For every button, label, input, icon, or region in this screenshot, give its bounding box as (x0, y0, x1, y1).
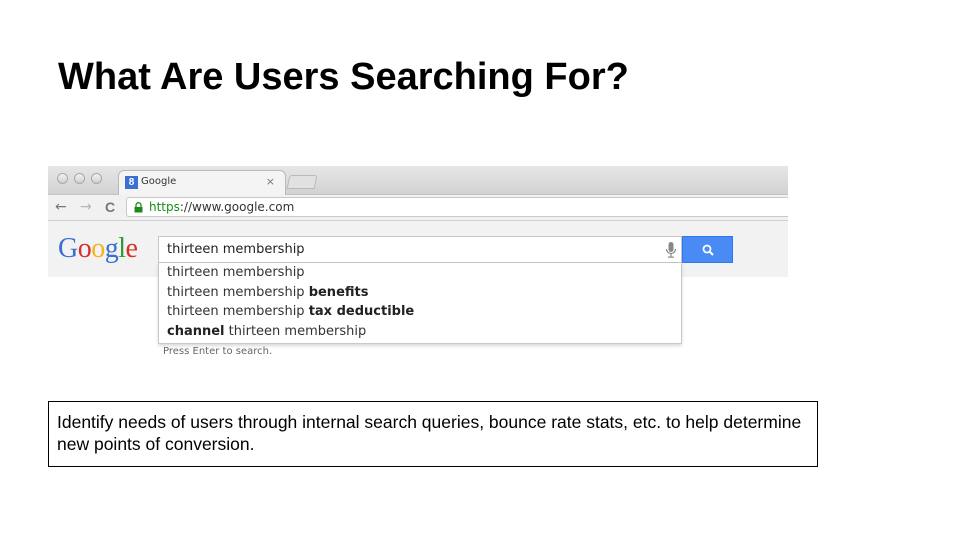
logo-letter: l (118, 233, 126, 264)
back-arrow-icon[interactable]: ← (55, 198, 67, 216)
google-logo: Google (58, 233, 138, 265)
new-tab-button[interactable] (286, 175, 318, 189)
slide-title: What Are Users Searching For? (58, 56, 629, 98)
url-text: https://www.google.com (149, 200, 294, 214)
suggestion-item[interactable]: thirteen membership benefits (159, 283, 681, 303)
suggestion-item[interactable]: thirteen membership tax deductible (159, 302, 681, 322)
search-icon (702, 244, 714, 256)
tab-title: Google (141, 176, 177, 187)
tab-bar: 8 Google × (48, 166, 788, 195)
window-zoom-button[interactable] (91, 173, 102, 184)
forward-arrow-icon[interactable]: → (80, 198, 92, 216)
google-favicon-icon: 8 (125, 176, 138, 189)
url-rest: ://www.google.com (179, 200, 295, 214)
logo-letter: G (58, 233, 78, 264)
logo-letter: o (77, 233, 92, 264)
url-scheme: https (149, 200, 180, 214)
address-bar[interactable]: https://www.google.com (126, 197, 788, 217)
lock-icon (134, 202, 143, 213)
window-close-button[interactable] (57, 173, 68, 184)
search-hint: Press Enter to search. (163, 346, 273, 357)
logo-letter: g (104, 233, 119, 264)
search-button[interactable] (682, 236, 733, 263)
logo-letter: o (91, 233, 105, 264)
suggestion-item[interactable]: thirteen membership (159, 263, 681, 283)
search-query-text: thirteen membership (167, 242, 305, 257)
tab-close-icon[interactable]: × (266, 175, 275, 188)
reload-icon[interactable]: C (105, 198, 115, 216)
autocomplete-dropdown: thirteen membership thirteen membership … (158, 263, 682, 344)
window-minimize-button[interactable] (74, 173, 85, 184)
suggestion-item[interactable]: channel thirteen membership (159, 322, 681, 342)
mic-icon[interactable] (665, 241, 677, 259)
search-input[interactable]: thirteen membership (158, 236, 682, 263)
logo-letter: e (125, 233, 138, 264)
browser-screenshot: 8 Google × ← → C https://www.google.com … (48, 166, 788, 366)
caption-box: Identify needs of users through internal… (48, 401, 818, 467)
browser-toolbar: ← → C https://www.google.com (48, 195, 788, 221)
tab-google[interactable]: 8 Google × (118, 170, 286, 195)
